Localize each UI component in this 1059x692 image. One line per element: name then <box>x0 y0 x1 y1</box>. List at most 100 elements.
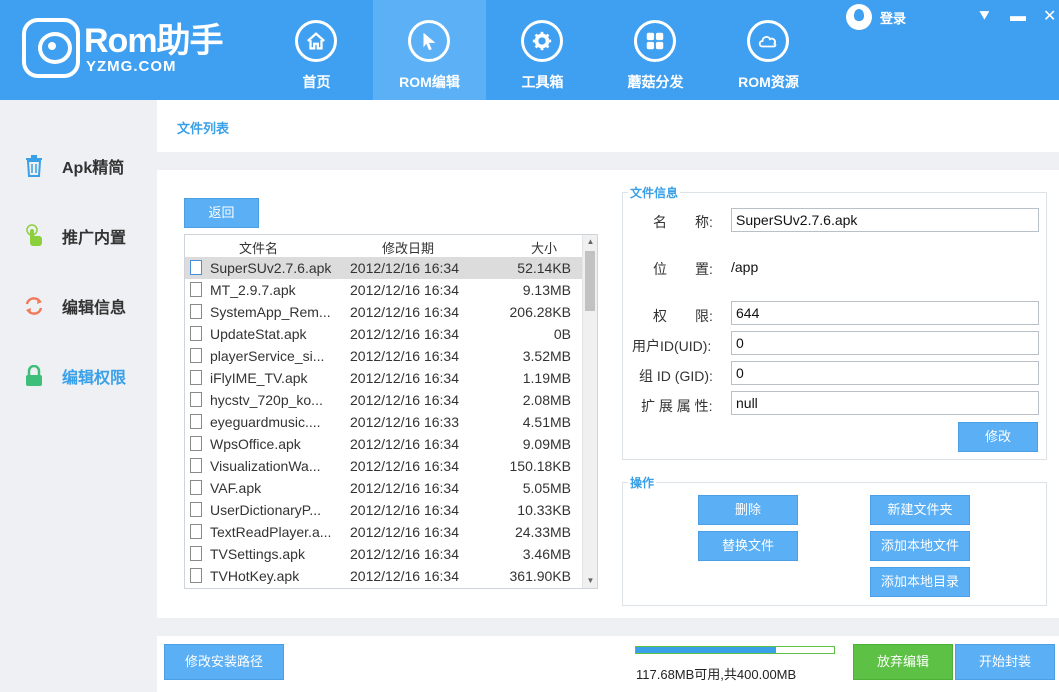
scroll-up-icon[interactable]: ▲ <box>583 235 597 249</box>
column-header-date[interactable]: 修改日期 <box>382 238 434 257</box>
file-icon <box>190 326 202 341</box>
file-list-rows: SuperSUv2.7.6.apk 2012/12/16 16:34 52.14KB… <box>185 257 583 587</box>
sidebar-item-apk-slim[interactable]: Apk精简 <box>22 151 124 181</box>
file-date: 2012/12/16 16:33 <box>350 414 459 430</box>
operations-group: 操作 删除 替换文件 新建文件夹 添加本地文件 添加本地目录 <box>622 474 1047 606</box>
file-date: 2012/12/16 16:34 <box>350 370 459 386</box>
lock-icon <box>22 364 46 388</box>
back-button[interactable]: 返回 <box>184 198 259 228</box>
nav-label: ROM资源 <box>738 74 799 90</box>
app-logo: Rom助手 YZMG.COM <box>22 18 224 82</box>
nav-label: 首页 <box>302 74 331 90</box>
discard-edit-button[interactable]: 放弃编辑 <box>853 644 953 680</box>
tab-bar: 文件列表 <box>157 100 1059 152</box>
table-row[interactable]: iFlyIME_TV.apk 2012/12/16 16:34 1.19MB <box>185 367 583 389</box>
file-date: 2012/12/16 16:34 <box>350 458 459 474</box>
file-size: 9.13MB <box>522 282 571 298</box>
table-row[interactable]: WpsOffice.apk 2012/12/16 16:34 9.09MB <box>185 433 583 455</box>
file-name: hycstv_720p_ko... <box>210 392 323 408</box>
column-header-size[interactable]: 大小 <box>531 238 557 257</box>
table-row[interactable]: UserDictionaryP... 2012/12/16 16:34 10.33K… <box>185 499 583 521</box>
uid-label: 用户ID(UID): <box>632 338 712 354</box>
table-row[interactable]: eyeguardmusic.... 2012/12/16 16:33 4.51MB <box>185 411 583 433</box>
file-icon <box>190 458 202 473</box>
file-icon <box>190 348 202 363</box>
sidebar-item-edit-permission[interactable]: 编辑权限 <box>22 361 126 391</box>
file-name: WpsOffice.apk <box>210 436 301 452</box>
add-local-file-button[interactable]: 添加本地文件 <box>870 531 970 561</box>
permission-label: 权 限: <box>653 308 713 324</box>
uid-field[interactable] <box>731 331 1039 355</box>
file-date: 2012/12/16 16:34 <box>350 436 459 452</box>
footer-bar: 修改安装路径 117.68MB可用,共400.00MB 放弃编辑 开始封装 <box>157 636 1059 692</box>
close-icon[interactable]: ✕ <box>1043 6 1056 26</box>
file-icon <box>190 282 202 297</box>
file-name: MT_2.9.7.apk <box>210 282 296 298</box>
permission-field[interactable] <box>731 301 1039 325</box>
table-row[interactable]: UpdateStat.apk 2012/12/16 16:34 0B <box>185 323 583 345</box>
file-name: eyeguardmusic.... <box>210 414 321 430</box>
file-name: SystemApp_Rem... <box>210 304 331 320</box>
file-date: 2012/12/16 16:34 <box>350 260 459 276</box>
name-field[interactable] <box>731 208 1039 232</box>
scroll-thumb[interactable] <box>585 251 595 311</box>
file-list-scrollbar[interactable]: ▲ ▼ <box>582 235 597 588</box>
table-row[interactable]: TextReadPlayer.a... 2012/12/16 16:34 24.33… <box>185 521 583 543</box>
new-folder-button[interactable]: 新建文件夹 <box>870 495 970 525</box>
table-row[interactable]: SystemApp_Rem... 2012/12/16 16:34 206.28KB <box>185 301 583 323</box>
file-icon <box>190 524 202 539</box>
replace-file-button[interactable]: 替换文件 <box>698 531 798 561</box>
file-name: TVSettings.apk <box>210 546 305 562</box>
gid-field[interactable] <box>731 361 1039 385</box>
table-row[interactable]: TVHotKey.apk 2012/12/16 16:34 361.90KB <box>185 565 583 587</box>
sidebar-item-label: Apk精简 <box>62 160 125 177</box>
file-size: 10.33KB <box>517 502 571 518</box>
table-row[interactable]: playerService_si... 2012/12/16 16:34 3.52M… <box>185 345 583 367</box>
operations-title: 操作 <box>628 474 657 491</box>
change-install-path-button[interactable]: 修改安装路径 <box>164 644 284 680</box>
file-date: 2012/12/16 16:34 <box>350 524 459 540</box>
logo-domain: YZMG.COM <box>86 58 177 75</box>
file-size: 361.90KB <box>509 568 572 584</box>
extended-attr-field[interactable] <box>731 391 1039 415</box>
grid-icon <box>634 20 676 62</box>
dropdown-icon[interactable]: ⯆ <box>978 8 991 26</box>
nav-toolbox[interactable]: 工具箱 <box>486 0 599 100</box>
sidebar-item-label: 推广内置 <box>62 230 127 247</box>
start-package-button[interactable]: 开始封装 <box>955 644 1055 680</box>
modify-button[interactable]: 修改 <box>958 422 1038 452</box>
table-row[interactable]: MT_2.9.7.apk 2012/12/16 16:34 9.13MB <box>185 279 583 301</box>
file-icon <box>190 436 202 451</box>
login-button[interactable]: 登录 <box>846 4 906 30</box>
table-row[interactable]: TVSettings.apk 2012/12/16 16:34 3.46MB <box>185 543 583 565</box>
scroll-down-icon[interactable]: ▼ <box>583 574 597 588</box>
storage-progress-fill <box>636 647 776 653</box>
nav-rom-resources[interactable]: ROM资源 <box>712 0 825 100</box>
table-row[interactable]: VAF.apk 2012/12/16 16:34 5.05MB <box>185 477 583 499</box>
table-row[interactable]: SuperSUv2.7.6.apk 2012/12/16 16:34 52.14KB <box>185 257 583 279</box>
nav-home[interactable]: 首页 <box>260 0 373 100</box>
table-row[interactable]: hycstv_720p_ko... 2012/12/16 16:34 2.08MB <box>185 389 583 411</box>
file-date: 2012/12/16 16:34 <box>350 480 459 496</box>
file-info-title: 文件信息 <box>628 184 681 201</box>
delete-button[interactable]: 删除 <box>698 495 798 525</box>
file-name: TextReadPlayer.a... <box>210 524 332 540</box>
extended-attr-label: 扩 展 属 性: <box>641 398 713 414</box>
nav-label: ROM编辑 <box>399 74 460 90</box>
file-size: 3.52MB <box>522 348 571 364</box>
column-header-name[interactable]: 文件名 <box>239 238 278 257</box>
cursor-icon <box>408 20 450 62</box>
trash-icon <box>22 154 46 178</box>
file-icon <box>190 260 202 275</box>
file-date: 2012/12/16 16:34 <box>350 348 459 364</box>
add-local-dir-button[interactable]: 添加本地目录 <box>870 567 970 597</box>
minimize-icon[interactable]: ▬ <box>1010 8 1026 26</box>
sidebar-item-edit-info[interactable]: 编辑信息 <box>22 291 126 321</box>
nav-distribution[interactable]: 蘑菇分发 <box>599 0 712 100</box>
file-size: 4.51MB <box>522 414 571 430</box>
tab-file-list[interactable]: 文件列表 <box>177 118 229 137</box>
nav-rom-edit[interactable]: ROM编辑 <box>373 0 486 100</box>
sidebar-item-promo[interactable]: 推广内置 <box>22 221 126 251</box>
table-row[interactable]: VisualizationWa... 2012/12/16 16:34 150.18… <box>185 455 583 477</box>
file-date: 2012/12/16 16:34 <box>350 326 459 342</box>
